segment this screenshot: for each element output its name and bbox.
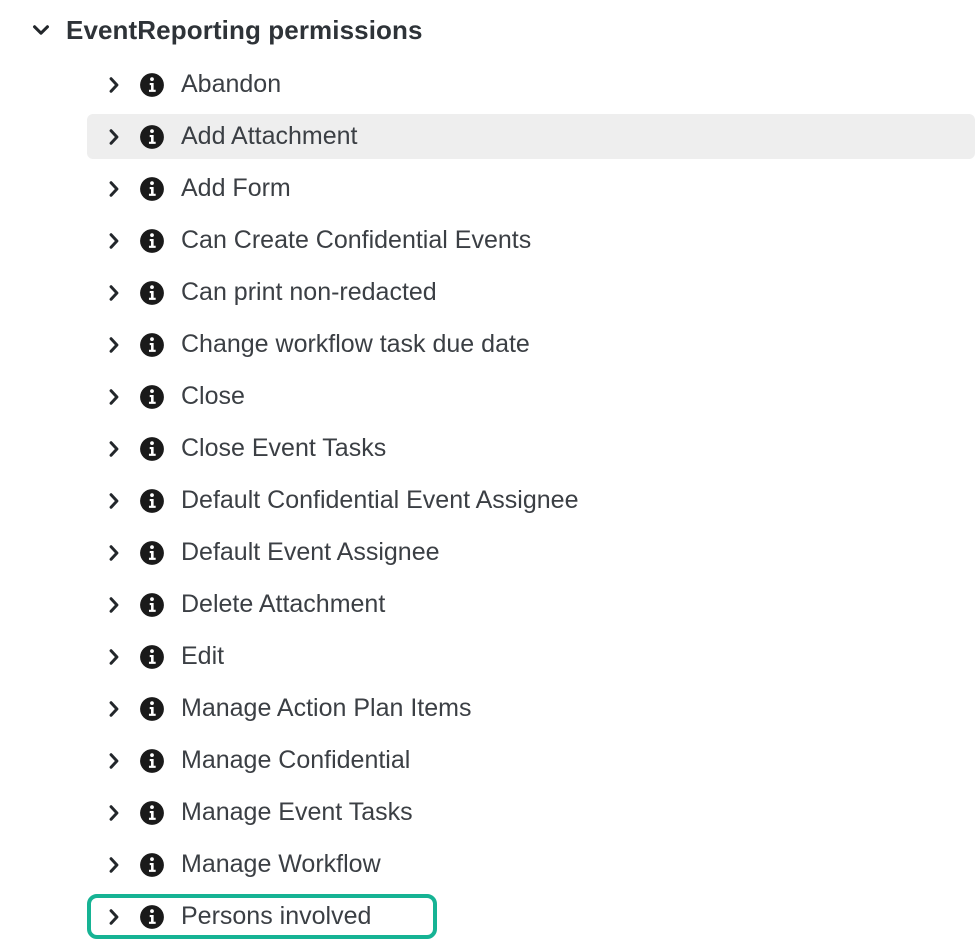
chevron-right-icon[interactable]: [103, 750, 125, 772]
info-circle-icon[interactable]: [139, 800, 165, 826]
permission-label: Change workflow task due date: [181, 330, 530, 358]
permission-label: Manage Workflow: [181, 850, 381, 878]
info-circle-icon[interactable]: [139, 124, 165, 150]
permission-row[interactable]: Can print non-redacted: [87, 270, 975, 315]
permission-label: Manage Event Tasks: [181, 798, 413, 826]
permission-label: Add Form: [181, 174, 291, 202]
permission-label: Edit: [181, 642, 225, 670]
permission-row[interactable]: Default Confidential Event Assignee: [87, 478, 975, 523]
chevron-right-icon[interactable]: [103, 802, 125, 824]
info-circle-icon[interactable]: [139, 540, 165, 566]
permission-label: Can print non-redacted: [181, 278, 437, 306]
info-circle-icon[interactable]: [139, 332, 165, 358]
permission-row[interactable]: Edit: [87, 634, 975, 679]
permission-group-header[interactable]: EventReporting permissions: [0, 8, 975, 52]
info-circle-icon[interactable]: [139, 228, 165, 254]
permission-row[interactable]: Abandon: [87, 62, 975, 107]
info-circle-icon[interactable]: [139, 280, 165, 306]
info-circle-icon[interactable]: [139, 904, 165, 930]
permission-row[interactable]: Can Create Confidential Events: [87, 218, 975, 263]
permission-row[interactable]: Add Attachment: [87, 114, 975, 159]
chevron-right-icon[interactable]: [103, 854, 125, 876]
permission-row[interactable]: Delete Attachment: [87, 582, 975, 627]
permission-label: Close: [181, 382, 245, 410]
permission-row[interactable]: Close Event Tasks: [87, 426, 975, 471]
info-circle-icon[interactable]: [139, 852, 165, 878]
permission-label: Persons involved: [181, 902, 372, 930]
chevron-right-icon[interactable]: [103, 906, 125, 928]
info-circle-icon[interactable]: [139, 176, 165, 202]
permission-group-title: EventReporting permissions: [66, 14, 423, 45]
chevron-right-icon[interactable]: [103, 74, 125, 96]
permission-row[interactable]: Manage Workflow: [87, 842, 975, 887]
info-circle-icon[interactable]: [139, 488, 165, 514]
permission-row[interactable]: Manage Action Plan Items: [87, 686, 975, 731]
chevron-right-icon[interactable]: [103, 490, 125, 512]
chevron-right-icon[interactable]: [103, 126, 125, 148]
permission-row[interactable]: Manage Event Tasks: [87, 790, 975, 835]
info-circle-icon[interactable]: [139, 72, 165, 98]
permission-label: Abandon: [181, 70, 282, 98]
permission-label: Can Create Confidential Events: [181, 226, 532, 254]
permission-row[interactable]: Default Event Assignee: [87, 530, 975, 575]
permission-label: Default Confidential Event Assignee: [181, 486, 579, 514]
info-circle-icon[interactable]: [139, 384, 165, 410]
chevron-right-icon[interactable]: [103, 542, 125, 564]
info-circle-icon[interactable]: [139, 696, 165, 722]
info-circle-icon[interactable]: [139, 592, 165, 618]
chevron-right-icon[interactable]: [103, 386, 125, 408]
permission-row[interactable]: Add Form: [87, 166, 975, 211]
permission-row[interactable]: Close: [87, 374, 975, 419]
chevron-right-icon[interactable]: [103, 646, 125, 668]
permission-label: Close Event Tasks: [181, 434, 387, 462]
permission-row[interactable]: Manage Confidential: [87, 738, 975, 783]
permission-label: Add Attachment: [181, 122, 358, 150]
chevron-right-icon[interactable]: [103, 698, 125, 720]
chevron-right-icon[interactable]: [103, 334, 125, 356]
permission-label: Manage Confidential: [181, 746, 411, 774]
chevron-right-icon[interactable]: [103, 438, 125, 460]
permission-label: Manage Action Plan Items: [181, 694, 472, 722]
permission-row[interactable]: Change workflow task due date: [87, 322, 975, 367]
chevron-right-icon[interactable]: [103, 230, 125, 252]
permissions-tree: EventReporting permissions Abandon Add At…: [0, 0, 975, 943]
info-circle-icon[interactable]: [139, 748, 165, 774]
chevron-right-icon[interactable]: [103, 282, 125, 304]
info-circle-icon[interactable]: [139, 644, 165, 670]
chevron-right-icon[interactable]: [103, 594, 125, 616]
info-circle-icon[interactable]: [139, 436, 165, 462]
permission-row[interactable]: Persons involved: [87, 894, 437, 939]
permission-label: Delete Attachment: [181, 590, 386, 618]
chevron-down-icon[interactable]: [28, 17, 54, 43]
chevron-right-icon[interactable]: [103, 178, 125, 200]
permission-label: Default Event Assignee: [181, 538, 440, 566]
